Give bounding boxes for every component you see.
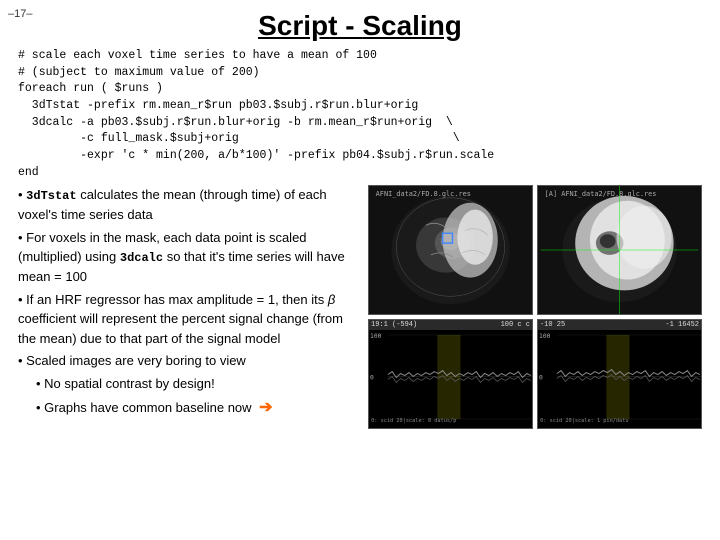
bullet-6: • Graphs have common baseline now ➔ bbox=[36, 396, 358, 420]
brain-image-right: [A] AFNI_data2/FD.8.glc.res bbox=[537, 185, 702, 315]
images-area: AFNI_data2/FD.8.glc.res bbox=[368, 185, 702, 429]
graph-left-scale: 100 c c bbox=[501, 321, 530, 329]
title-script: Script bbox=[258, 10, 337, 41]
slide-number: –17– bbox=[8, 8, 32, 20]
svg-text:100: 100 bbox=[370, 333, 382, 340]
title-dash: - bbox=[337, 10, 362, 41]
svg-text:[A] AFNI_data2/FD.8.glc.res: [A] AFNI_data2/FD.8.glc.res bbox=[545, 190, 657, 198]
code-line-7: -expr 'c * min(200, a/b*100)' -prefix pb… bbox=[18, 149, 494, 162]
code-line-3: foreach run ( $runs ) bbox=[18, 82, 163, 95]
svg-text:100: 100 bbox=[539, 333, 551, 340]
title-scaling: Scaling bbox=[362, 10, 462, 41]
bullet-3: • If an HRF regressor has max amplitude … bbox=[18, 290, 358, 349]
bullet-1-code: 3dTstat bbox=[26, 189, 76, 203]
bullet-5: • No spatial contrast by design! bbox=[36, 374, 358, 394]
graph-right-scale: -1 16452 bbox=[665, 321, 699, 329]
code-line-1: # scale each voxel time series to have a… bbox=[18, 49, 377, 62]
graph-right-header: -10 25 -1 16452 bbox=[538, 320, 701, 330]
bullet-2-code: 3dcalc bbox=[120, 251, 163, 265]
brain-images: AFNI_data2/FD.8.glc.res bbox=[368, 185, 702, 315]
bullet-1: • 3dTstat calculates the mean (through t… bbox=[18, 185, 358, 225]
bullets-section: • 3dTstat calculates the mean (through t… bbox=[18, 185, 358, 429]
code-line-8: end bbox=[18, 166, 39, 179]
bullet-4: • Scaled images are very boring to view bbox=[18, 351, 358, 371]
code-line-2: # (subject to maximum value of 200) bbox=[18, 66, 260, 79]
content-area: • 3dTstat calculates the mean (through t… bbox=[18, 185, 702, 429]
svg-text:0: scid 20|scale: 8 datus/p: 0: scid 20|scale: 8 datus/p bbox=[371, 419, 456, 425]
code-block: # scale each voxel time series to have a… bbox=[18, 48, 702, 181]
svg-text:0: 0 bbox=[370, 375, 374, 382]
brain-image-left: AFNI_data2/FD.8.glc.res bbox=[368, 185, 533, 315]
code-line-5: 3dcalc -a pb03.$subj.r$run.blur+orig -b … bbox=[18, 116, 453, 129]
svg-text:0: 0 bbox=[539, 375, 543, 382]
graph-right-content: 100 0 0: scid 20|scal bbox=[538, 330, 701, 424]
graph-right: -10 25 -1 16452 100 0 bbox=[537, 319, 702, 429]
code-line-4: 3dTstat -prefix rm.mean_r$run pb03.$subj… bbox=[18, 99, 418, 112]
graph-left: 19:1 (-594) 100 c c 100 0 bbox=[368, 319, 533, 429]
arrow-icon: ➔ bbox=[259, 396, 272, 420]
bullet-2: • For voxels in the mask, each data poin… bbox=[18, 228, 358, 287]
slide-title: Script - Scaling bbox=[18, 10, 702, 42]
slide: –17– Script - Scaling # scale each voxel… bbox=[0, 0, 720, 540]
graph-left-content: 100 0 0 bbox=[369, 330, 532, 424]
graph-left-header: 19:1 (-594) 100 c c bbox=[369, 320, 532, 330]
svg-text:AFNI_data2/FD.8.glc.res: AFNI_data2/FD.8.glc.res bbox=[376, 190, 471, 198]
graph-area: 19:1 (-594) 100 c c 100 0 bbox=[368, 319, 702, 429]
code-line-6: -c full_mask.$subj+orig \ bbox=[18, 132, 460, 145]
graph-right-coords: -10 25 bbox=[540, 321, 565, 329]
graph-left-coords: 19:1 (-594) bbox=[371, 321, 417, 329]
svg-text:0: scid 20|scale: 1 pin/datu: 0: scid 20|scale: 1 pin/datu bbox=[540, 419, 628, 425]
